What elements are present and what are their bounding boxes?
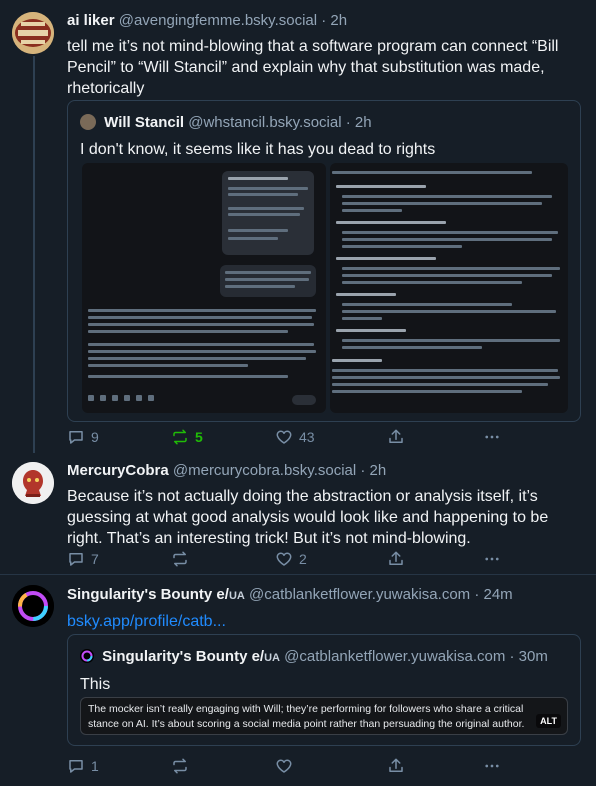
quoted-author-handle: @catblanketflower.yuwakisa.com bbox=[284, 648, 506, 665]
repost-icon bbox=[173, 551, 187, 567]
share-button[interactable] bbox=[387, 426, 405, 448]
quoted-author-name: Will Stancil bbox=[104, 114, 185, 131]
quoted-post-text: I don't know, it seems like it has you d… bbox=[80, 141, 436, 158]
alt-badge[interactable]: ALT bbox=[536, 714, 561, 728]
repost-icon bbox=[173, 758, 187, 774]
quoted-image-right[interactable] bbox=[330, 163, 568, 413]
quoted-post[interactable]: Will Stancil @whstancil.bsky.social · 2h… bbox=[67, 100, 581, 422]
reply-count: 9 bbox=[91, 429, 99, 445]
quoted-author-name-tag: UA bbox=[264, 652, 280, 664]
share-icon bbox=[389, 758, 403, 772]
quoted-author-handle: @whstancil.bsky.social bbox=[188, 114, 342, 131]
reply-icon bbox=[69, 431, 83, 444]
like-button[interactable] bbox=[275, 755, 293, 777]
post-actions: 9 5 43 bbox=[67, 426, 584, 448]
quoted-author-name-text: Singularity's Bounty e/ bbox=[102, 648, 265, 665]
heart-icon bbox=[276, 430, 292, 444]
post-time[interactable]: · 24m bbox=[474, 586, 512, 603]
post-text: tell me it’s not mind-blowing that a sof… bbox=[67, 38, 559, 97]
post-time[interactable]: · 2h bbox=[360, 462, 386, 479]
quoted-author-name: Singularity's Bounty e/UA bbox=[102, 648, 280, 665]
avatar[interactable] bbox=[12, 462, 54, 504]
more-icon bbox=[485, 764, 499, 768]
like-button[interactable]: 2 bbox=[275, 548, 307, 570]
avatar[interactable] bbox=[12, 12, 54, 54]
quoted-image-left[interactable] bbox=[82, 163, 326, 413]
quoted-avatar bbox=[80, 649, 94, 663]
more-button[interactable] bbox=[483, 755, 501, 777]
heart-icon bbox=[276, 759, 292, 773]
post-header: Singularity's Bounty e/UA @catblanketflo… bbox=[67, 585, 584, 606]
repost-icon bbox=[173, 429, 187, 445]
share-button[interactable] bbox=[387, 548, 405, 570]
like-count: 43 bbox=[299, 429, 315, 445]
repost-count: 5 bbox=[195, 429, 203, 445]
reply-icon bbox=[69, 760, 83, 773]
post-header: ai liker @avengingfemme.bsky.social · 2h bbox=[67, 11, 584, 31]
repost-button[interactable] bbox=[171, 548, 189, 570]
share-icon bbox=[389, 551, 403, 565]
reply-count: 1 bbox=[91, 758, 99, 774]
quoted-image[interactable]: The mocker isn’t really engaging with Wi… bbox=[80, 697, 568, 735]
quoted-avatar bbox=[80, 114, 96, 130]
like-button[interactable]: 43 bbox=[275, 426, 315, 448]
reply-icon bbox=[69, 553, 83, 566]
author-name-tag: UA bbox=[228, 590, 245, 602]
author-name[interactable]: MercuryCobra bbox=[67, 462, 169, 479]
post-link[interactable]: bsky.app/profile/catb... bbox=[67, 611, 584, 632]
repost-button[interactable] bbox=[171, 755, 189, 777]
author-name-text: Singularity's Bounty e/ bbox=[67, 586, 229, 603]
post-time[interactable]: · 2h bbox=[321, 12, 347, 29]
quoted-post-time: · 2h bbox=[345, 114, 372, 131]
avatar[interactable] bbox=[12, 585, 54, 627]
quoted-post-header: Singularity's Bounty e/UA @catblanketflo… bbox=[80, 647, 548, 668]
author-handle[interactable]: @avengingfemme.bsky.social bbox=[119, 12, 317, 29]
author-name[interactable]: ai liker bbox=[67, 12, 115, 29]
more-icon bbox=[485, 435, 499, 439]
reply-button[interactable]: 9 bbox=[67, 426, 99, 448]
share-button[interactable] bbox=[387, 755, 405, 777]
author-name[interactable]: Singularity's Bounty e/UA bbox=[67, 586, 245, 603]
repost-button[interactable]: 5 bbox=[171, 426, 203, 448]
more-icon bbox=[485, 557, 499, 561]
post-actions: 7 2 bbox=[67, 548, 584, 570]
heart-icon bbox=[276, 552, 292, 566]
reply-button[interactable]: 1 bbox=[67, 755, 99, 777]
author-handle[interactable]: @catblanketflower.yuwakisa.com bbox=[249, 586, 470, 603]
author-handle[interactable]: @mercurycobra.bsky.social bbox=[173, 462, 356, 479]
like-count: 2 bbox=[299, 551, 307, 567]
reply-button[interactable]: 7 bbox=[67, 548, 99, 570]
avatar-image bbox=[12, 585, 54, 627]
post-text: Because it’s not actually doing the abst… bbox=[67, 488, 549, 547]
quoted-post-text: This bbox=[80, 676, 111, 693]
avatar-image bbox=[12, 462, 54, 504]
post-singularitys-bounty[interactable]: Singularity's Bounty e/UA @catblanketflo… bbox=[0, 575, 596, 786]
post-header: MercuryCobra @mercurycobra.bsky.social ·… bbox=[67, 461, 584, 481]
post-actions: 1 bbox=[67, 755, 584, 777]
post-mercurycobra[interactable]: MercuryCobra @mercurycobra.bsky.social ·… bbox=[0, 454, 596, 574]
chat-bubble-2 bbox=[220, 265, 316, 297]
scroll-pill bbox=[292, 395, 316, 405]
quoted-post[interactable]: Singularity's Bounty e/UA @catblanketflo… bbox=[67, 634, 581, 746]
quoted-post-header: Will Stancil @whstancil.bsky.social · 2h bbox=[80, 113, 372, 133]
quoted-image-caption: The mocker isn’t really engaging with Wi… bbox=[88, 703, 525, 730]
chat-toolbar bbox=[88, 395, 208, 401]
more-button[interactable] bbox=[483, 548, 501, 570]
more-button[interactable] bbox=[483, 426, 501, 448]
share-icon bbox=[389, 429, 403, 443]
quoted-post-time: · 30m bbox=[509, 648, 548, 665]
avatar-image bbox=[12, 12, 54, 54]
reply-count: 7 bbox=[91, 551, 99, 567]
post-ai-liker[interactable]: ai liker @avengingfemme.bsky.social · 2h… bbox=[0, 0, 596, 454]
